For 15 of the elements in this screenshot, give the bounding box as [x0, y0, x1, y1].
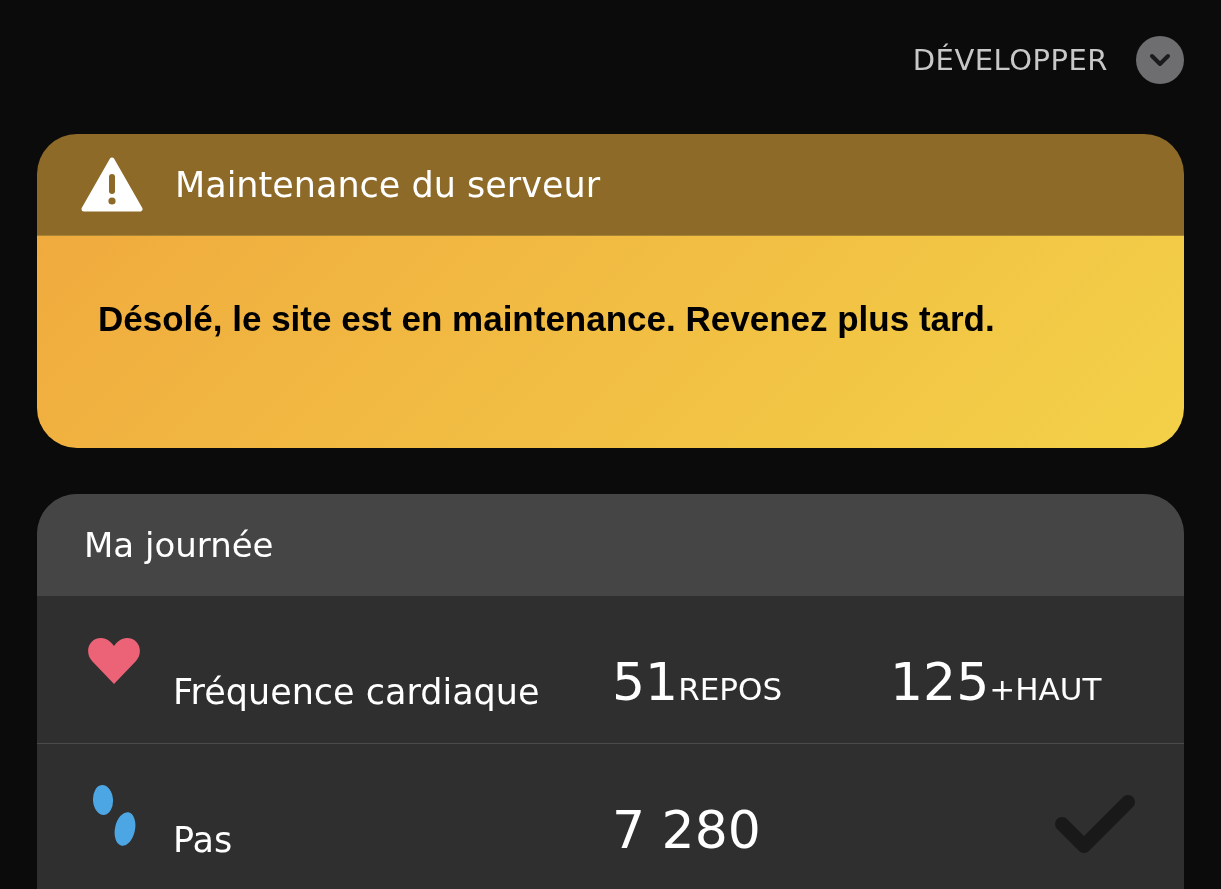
metric-value: 51 REPOS	[612, 650, 784, 712]
metric-value: 7 280	[612, 798, 762, 860]
expand-button[interactable]: DÉVELOPPER	[912, 36, 1184, 84]
warning-icon	[81, 156, 143, 213]
metric-label: Fréquence cardiaque	[173, 670, 541, 712]
heart-icon	[87, 636, 141, 685]
metric-value: 125+HAUT	[890, 650, 1103, 712]
metric-row[interactable]: Pas 7 280	[37, 744, 1184, 889]
metric-label: Pas	[173, 818, 234, 860]
alert-message: Désolé, le site est en maintenance. Revenez plus tard.	[98, 298, 996, 340]
alert-title: Maintenance du serveur	[175, 164, 601, 205]
chevron-down-icon	[1136, 36, 1184, 84]
metric-row[interactable]: Fréquence cardiaque 51 REPOS 125+HAUT	[37, 596, 1184, 744]
card-title: Ma journée	[84, 525, 274, 565]
footprints-icon	[92, 784, 136, 847]
